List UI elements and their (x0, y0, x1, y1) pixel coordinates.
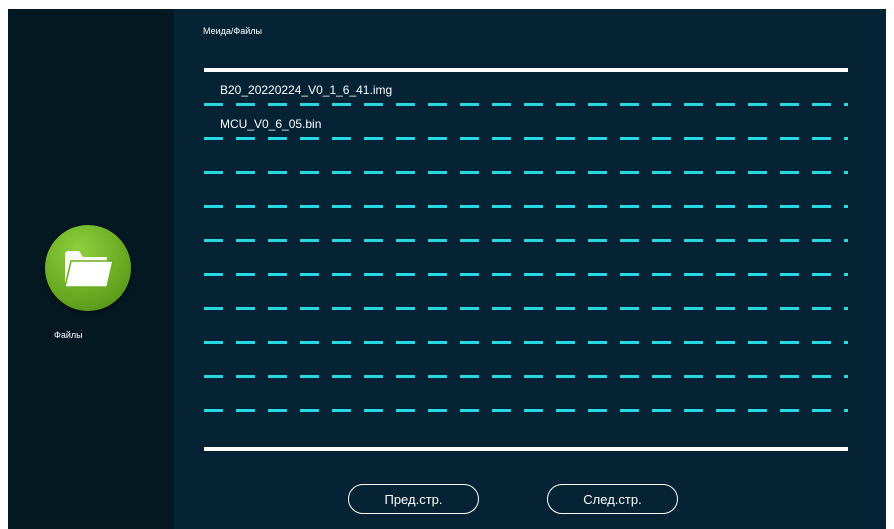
file-list: B20_20220224_V0_1_6_41.img MCU_V0_6_05.b… (204, 72, 848, 447)
file-row[interactable] (204, 140, 848, 174)
file-row[interactable] (204, 310, 848, 344)
file-row[interactable] (204, 276, 848, 310)
list-bottom-divider (204, 447, 848, 451)
file-row[interactable] (204, 208, 848, 242)
folder-glyph-icon (64, 251, 114, 288)
sidebar-item-label: Файлы (54, 330, 83, 340)
prev-page-button[interactable]: Пред.стр. (348, 484, 479, 514)
next-page-button[interactable]: След.стр. (547, 484, 678, 514)
file-row[interactable] (204, 412, 848, 446)
breadcrumb: Меида/Файлы (203, 26, 262, 36)
folder-icon[interactable] (45, 225, 131, 311)
file-row[interactable] (204, 344, 848, 378)
file-row[interactable]: B20_20220224_V0_1_6_41.img (204, 72, 848, 106)
file-row[interactable] (204, 378, 848, 412)
screen: Файлы Меида/Файлы B20_20220224_V0_1_6_41… (8, 9, 886, 529)
file-name: MCU_V0_6_05.bin (220, 117, 322, 131)
file-row[interactable] (204, 174, 848, 208)
sidebar: Файлы (8, 9, 174, 529)
file-name: B20_20220224_V0_1_6_41.img (220, 83, 393, 97)
file-row[interactable]: MCU_V0_6_05.bin (204, 106, 848, 140)
file-row[interactable] (204, 242, 848, 276)
